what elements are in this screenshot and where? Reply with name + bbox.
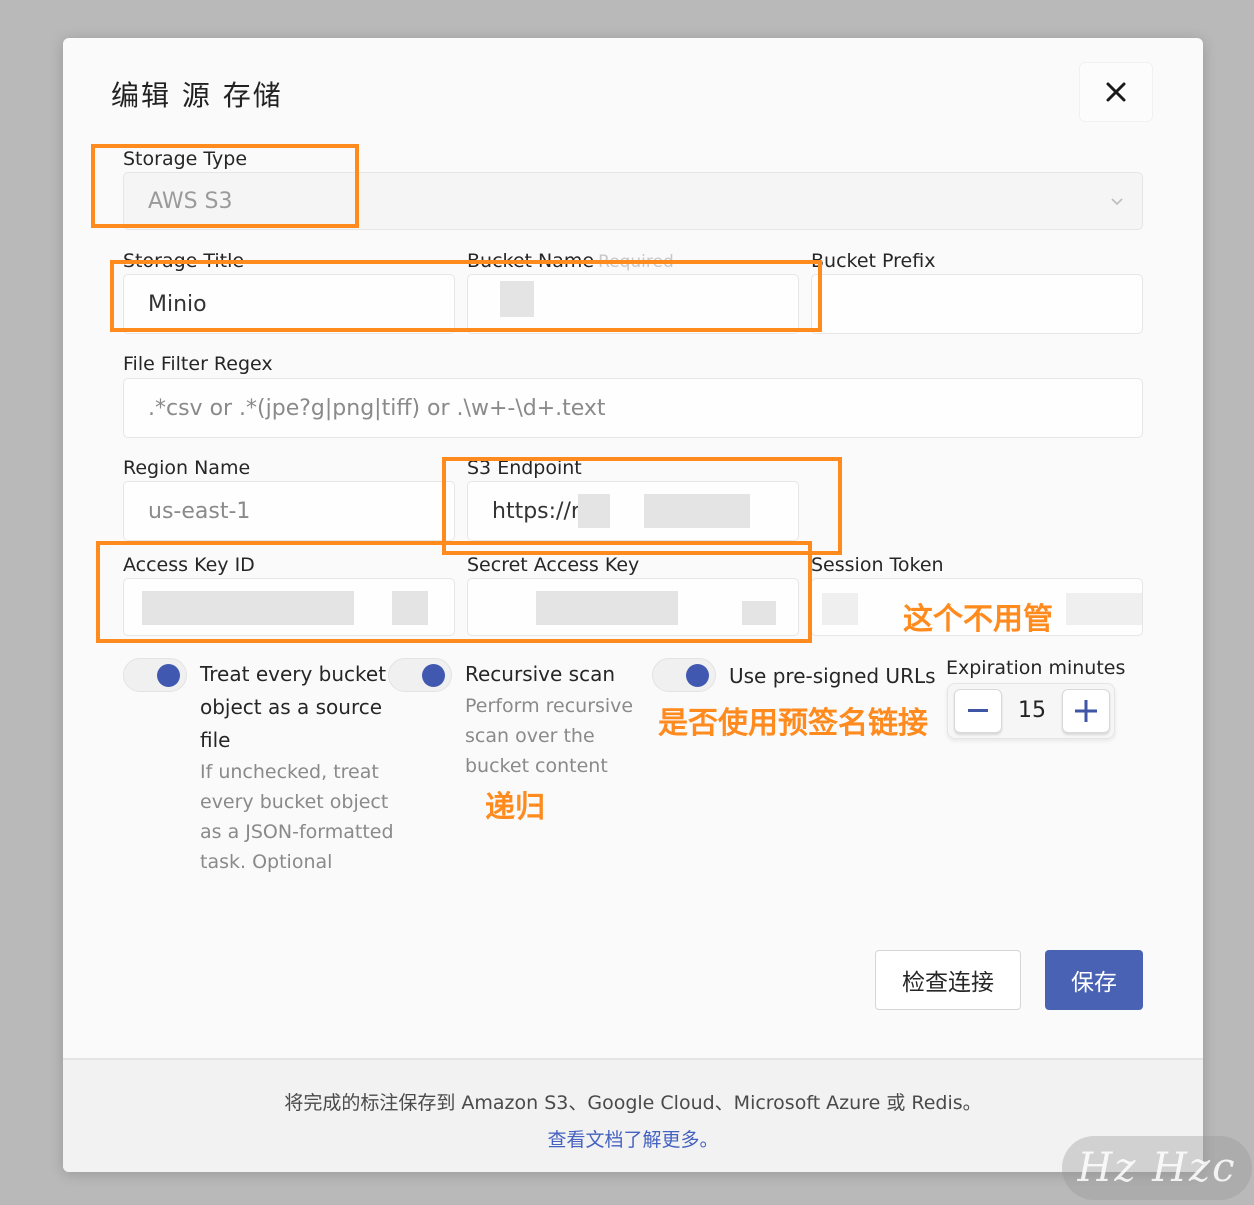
plus-icon [1075, 700, 1097, 722]
check-connection-button[interactable]: 检查连接 [875, 950, 1021, 1010]
dialog-title: 编辑 源 存储 [111, 79, 283, 112]
increment-button[interactable] [1062, 689, 1110, 733]
recursive-scan-description: Perform recursive scan over the bucket c… [465, 695, 634, 777]
session-token-label: Session Token [811, 554, 944, 576]
highlight-title-bucket [110, 260, 822, 332]
treat-as-source-description: If unchecked, treat every bucket object … [200, 761, 394, 873]
region-name-label: Region Name [123, 457, 251, 479]
watermark-logo: Hz Hzc [1062, 1136, 1252, 1200]
redacted-session-token [822, 593, 858, 625]
minus-icon [968, 709, 988, 712]
close-button[interactable] [1079, 62, 1153, 122]
presigned-annotation: 是否使用预签名链接 [658, 706, 928, 741]
treat-as-source-title: Treat every bucket object as a source fi… [200, 662, 387, 752]
region-name-value: us-east-1 [148, 498, 251, 524]
treat-as-source-option: Treat every bucket object as a source fi… [200, 658, 400, 877]
expiration-minutes-label: Expiration minutes [946, 657, 1126, 679]
region-name-input[interactable]: us-east-1 [123, 481, 455, 541]
chevron-down-icon [1111, 198, 1123, 206]
recursive-scan-title: Recursive scan [465, 662, 616, 686]
recursive-scan-toggle[interactable] [388, 658, 452, 692]
session-token-annotation: 这个不用管 [903, 602, 1053, 637]
footer-text: 将完成的标注保存到 Amazon S3、Google Cloud、Microso… [284, 1092, 982, 1114]
toggle-knob [686, 664, 709, 687]
save-button[interactable]: 保存 [1045, 950, 1143, 1010]
decrement-button[interactable] [954, 689, 1002, 733]
expiration-minutes-value[interactable]: 15 [1004, 698, 1060, 723]
treat-as-source-toggle[interactable] [123, 658, 187, 692]
file-filter-regex-placeholder: .*csv or .*(jpe?g|png|tiff) or .\w+-\d+.… [148, 395, 606, 421]
close-icon [1106, 82, 1126, 102]
file-filter-regex-label: File Filter Regex [123, 353, 273, 375]
recursive-scan-option: Recursive scan Perform recursive scan ov… [465, 658, 645, 781]
toggle-knob [422, 664, 445, 687]
expiration-minutes-stepper: 15 [947, 683, 1115, 739]
docs-link[interactable]: 查看文档了解更多。 [63, 1125, 1203, 1152]
toggle-knob [157, 664, 180, 687]
presigned-urls-title: Use pre-signed URLs [729, 664, 936, 688]
highlight-storage-type [91, 144, 359, 228]
file-filter-regex-input[interactable]: .*csv or .*(jpe?g|png|tiff) or .\w+-\d+.… [123, 378, 1143, 438]
redacted-session-token [1066, 593, 1142, 625]
bucket-prefix-input[interactable] [811, 274, 1143, 334]
dialog-footer: 将完成的标注保存到 Amazon S3、Google Cloud、Microso… [63, 1058, 1203, 1172]
bucket-prefix-label: Bucket Prefix [811, 250, 936, 272]
recursive-annotation: 递归 [485, 790, 545, 825]
highlight-access-keys [96, 541, 812, 643]
presigned-urls-toggle[interactable] [652, 658, 716, 692]
